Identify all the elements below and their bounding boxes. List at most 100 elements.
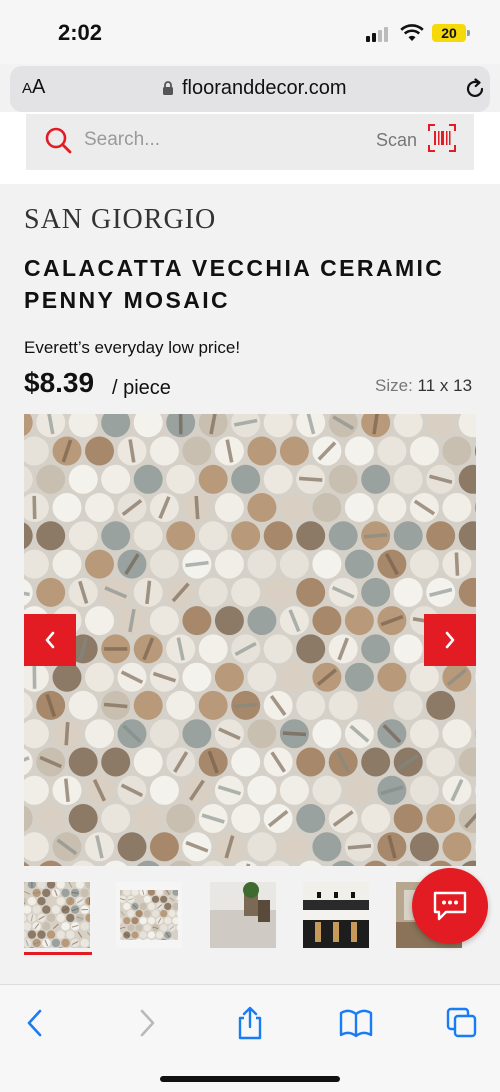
mosaic-tile	[36, 804, 66, 833]
thumbnail-image	[303, 882, 369, 948]
search-bar[interactable]: Search... Scan	[26, 114, 474, 170]
mosaic-tile	[135, 910, 143, 918]
mosaic-tile	[139, 902, 147, 910]
mosaic-tile	[36, 521, 66, 551]
next-image-button[interactable]	[424, 614, 476, 666]
thumbnail-mosaic-closeup[interactable]	[24, 882, 90, 948]
tabs-icon[interactable]	[444, 1005, 480, 1041]
forward-icon[interactable]	[128, 1005, 164, 1041]
mosaic-vein	[64, 721, 70, 746]
size-value: 11 x 13	[417, 376, 473, 395]
mosaic-tile	[133, 521, 163, 551]
mosaic-tile	[312, 832, 342, 862]
mosaic-tile	[377, 436, 407, 466]
previous-image-button[interactable]	[24, 614, 76, 666]
mosaic-tile	[296, 747, 326, 777]
thumbnail-image	[210, 882, 276, 948]
mosaic-tile	[361, 690, 391, 720]
price-unit: / piece	[112, 377, 171, 399]
mosaic-tile	[68, 464, 98, 494]
mosaic-tile	[166, 464, 196, 494]
thumbnail-kitchen[interactable]	[303, 882, 369, 948]
thumbnail-room-plant[interactable]	[210, 882, 276, 948]
mosaic-tile	[279, 493, 309, 522]
mosaic-tile	[247, 775, 277, 805]
mosaic-tile	[247, 832, 277, 862]
back-icon[interactable]	[18, 1005, 54, 1041]
mosaic-tile	[139, 931, 147, 939]
wifi-icon	[400, 24, 424, 41]
brand-name[interactable]: SAN GIORGIO	[24, 204, 216, 236]
mosaic-tile	[101, 747, 131, 777]
price: $8.39	[24, 367, 95, 398]
mosaic-tile	[328, 690, 358, 720]
mosaic-tile	[85, 549, 114, 579]
mosaic-tile	[442, 832, 472, 862]
mosaic-tile	[37, 930, 46, 939]
mosaic-tile	[247, 606, 277, 636]
url-text[interactable]: flooranddecor.com	[182, 77, 347, 100]
mosaic-tile	[85, 606, 114, 636]
mosaic-tile	[61, 922, 70, 931]
mosaic-tile	[409, 549, 439, 579]
mosaic-tile	[56, 897, 65, 906]
mosaic-tile	[296, 690, 326, 720]
mosaic-tile	[393, 464, 423, 494]
mosaic-tile	[51, 938, 61, 948]
mosaic-tile	[328, 464, 358, 494]
chat-button[interactable]	[412, 868, 488, 944]
mosaic-tile	[85, 493, 114, 522]
mosaic-tile	[231, 747, 261, 777]
mosaic-vein	[454, 552, 460, 576]
mosaic-tile	[214, 662, 244, 692]
mosaic-tile	[182, 719, 212, 749]
mosaic-tile	[160, 924, 168, 932]
mosaic-tile	[312, 549, 342, 579]
mosaic-tile	[37, 897, 46, 906]
mosaic-tile	[198, 634, 228, 664]
bookmarks-icon[interactable]	[338, 1005, 374, 1041]
thumbnail-image	[116, 882, 182, 948]
mosaic-vein	[363, 533, 388, 539]
size-info: Size: 11 x 13	[375, 376, 472, 396]
mosaic-tile	[393, 634, 423, 664]
reload-icon[interactable]	[464, 78, 486, 100]
mosaic-tile	[149, 549, 179, 579]
mosaic-tile	[149, 719, 179, 749]
mosaic-tile	[156, 931, 164, 939]
mosaic-tile	[312, 606, 342, 636]
text-size-button[interactable]: AA	[22, 76, 45, 99]
mosaic-tile	[117, 832, 147, 862]
mosaic-tile	[52, 549, 82, 579]
mosaic-tile	[147, 931, 155, 939]
mosaic-tile	[160, 910, 168, 918]
share-icon[interactable]	[232, 1005, 268, 1041]
mosaic-tile	[279, 436, 309, 466]
mosaic-tile	[296, 634, 326, 664]
mosaic-tile	[393, 804, 423, 833]
status-time: 2:02	[58, 20, 103, 45]
mosaic-tile	[247, 549, 277, 579]
scan-label[interactable]: Scan	[376, 130, 417, 151]
mosaic-vein	[32, 495, 37, 520]
barcode-icon[interactable]	[428, 124, 456, 152]
address-bar[interactable]: AA flooranddecor.com	[10, 66, 490, 112]
lock-icon	[163, 81, 173, 95]
mosaic-tile	[85, 662, 114, 692]
mosaic-tile	[32, 905, 41, 914]
mosaic-tile	[68, 690, 98, 720]
mosaic-tile	[166, 690, 196, 720]
mosaic-tile	[143, 910, 151, 918]
mosaic-tile	[279, 662, 309, 692]
search-icon[interactable]	[44, 126, 72, 154]
product-image[interactable]	[24, 414, 476, 866]
mosaic-tile	[442, 719, 472, 749]
mosaic-tile	[61, 938, 70, 948]
mosaic-tile	[296, 521, 326, 551]
search-input[interactable]: Search...	[84, 129, 160, 151]
mosaic-tile	[442, 436, 472, 466]
mosaic-tile	[80, 922, 89, 931]
mosaic-tile	[36, 577, 66, 607]
aa-small: A	[22, 80, 33, 97]
thumbnail-mosaic-sheet[interactable]	[116, 882, 182, 948]
